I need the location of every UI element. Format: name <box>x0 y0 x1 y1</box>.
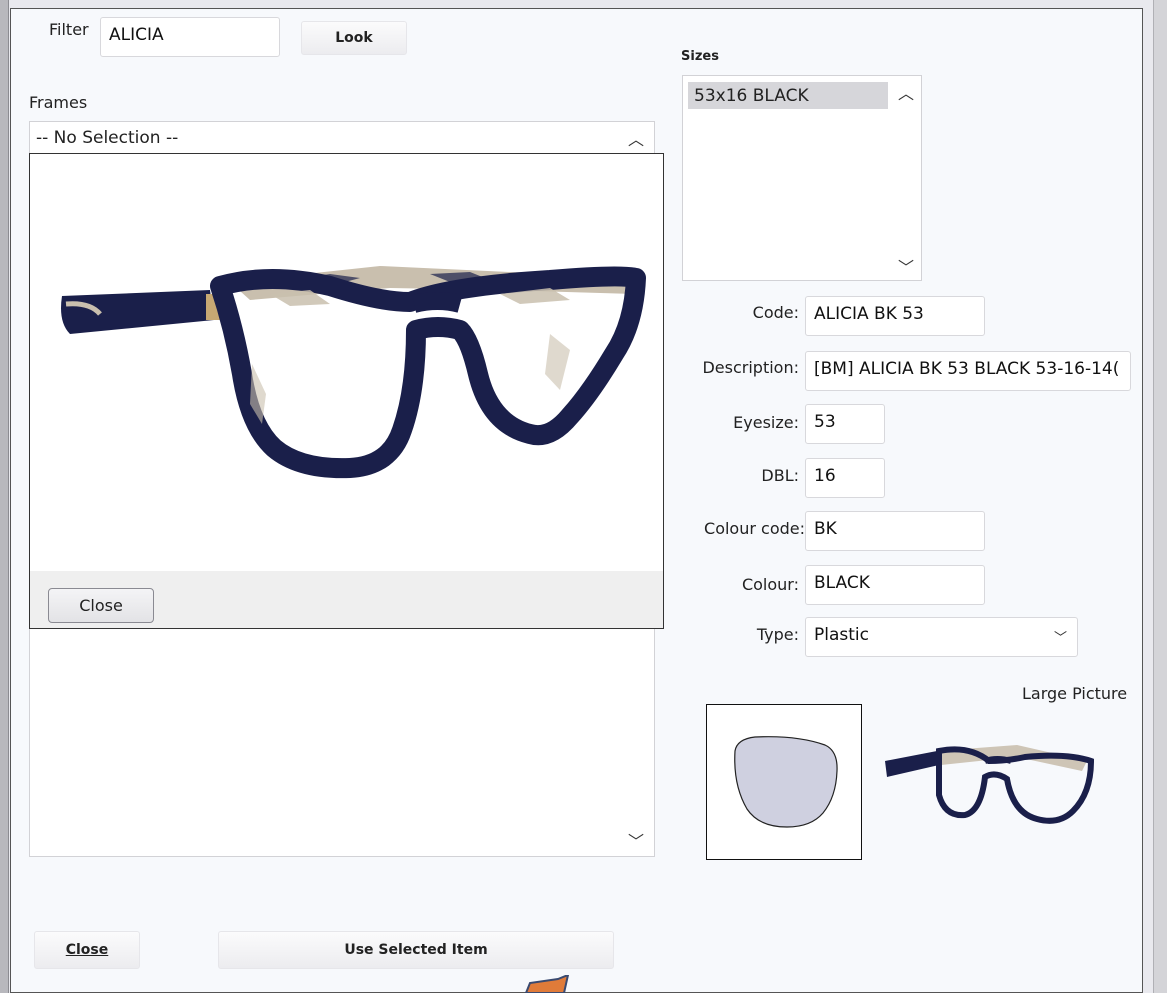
sizes-label: Sizes <box>681 49 719 64</box>
popup-footer: Close <box>30 571 663 628</box>
image-preview-popup: Close <box>29 153 664 629</box>
type-select-value: Plastic <box>814 625 869 645</box>
colour-label: Colour: <box>741 575 799 594</box>
lens-shape-box <box>706 704 862 860</box>
dbl-field[interactable]: 16 <box>805 458 885 498</box>
chevron-down-icon: ﹀ <box>1053 631 1067 646</box>
colour-field[interactable]: BLACK <box>805 565 985 605</box>
colour-code-field[interactable]: BK <box>805 511 985 551</box>
eyesize-label: Eyesize: <box>733 413 799 432</box>
type-select[interactable]: Plastic ﹀ <box>805 617 1078 657</box>
lens-shape-icon <box>734 736 838 828</box>
sizes-listbox[interactable]: 53x16 BLACK ︿ ﹀ <box>682 75 922 281</box>
list-item[interactable]: -- No Selection -- <box>30 124 184 152</box>
chevron-down-icon[interactable]: ﹀ <box>626 828 646 852</box>
close-button-label: Close <box>65 942 109 958</box>
window-left-border <box>0 0 9 993</box>
chevron-down-icon[interactable]: ﹀ <box>896 254 916 278</box>
filter-label: Filter <box>49 20 89 39</box>
glasses-thumbnail[interactable] <box>877 731 1097 827</box>
chevron-up-icon[interactable]: ︿ <box>896 80 916 104</box>
popup-close-button[interactable]: Close <box>48 588 154 623</box>
look-button[interactable]: Look <box>301 21 407 55</box>
code-field[interactable]: ALICIA BK 53 <box>805 296 985 336</box>
description-field[interactable]: [BM] ALICIA BK 53 BLACK 53-16-14( <box>805 351 1131 391</box>
use-selected-item-button[interactable]: Use Selected Item <box>218 931 614 969</box>
list-item[interactable]: 53x16 BLACK <box>688 82 888 109</box>
frames-label: Frames <box>29 93 88 112</box>
type-label: Type: <box>756 625 799 644</box>
code-label: Code: <box>752 303 799 322</box>
dbl-label: DBL: <box>761 466 799 485</box>
chevron-up-icon[interactable]: ︿ <box>626 126 646 150</box>
eyesize-field[interactable]: 53 <box>805 404 885 444</box>
description-label: Description: <box>702 358 799 377</box>
close-button[interactable]: Close <box>34 931 140 969</box>
large-picture-label[interactable]: Large Picture <box>1022 684 1127 703</box>
glasses-large-image <box>61 266 646 479</box>
window-right-border <box>1153 0 1167 993</box>
filter-input[interactable]: ALICIA <box>100 17 280 57</box>
pointer-arrow-icon <box>524 975 570 993</box>
colour-code-label: Colour code: <box>704 519 805 538</box>
